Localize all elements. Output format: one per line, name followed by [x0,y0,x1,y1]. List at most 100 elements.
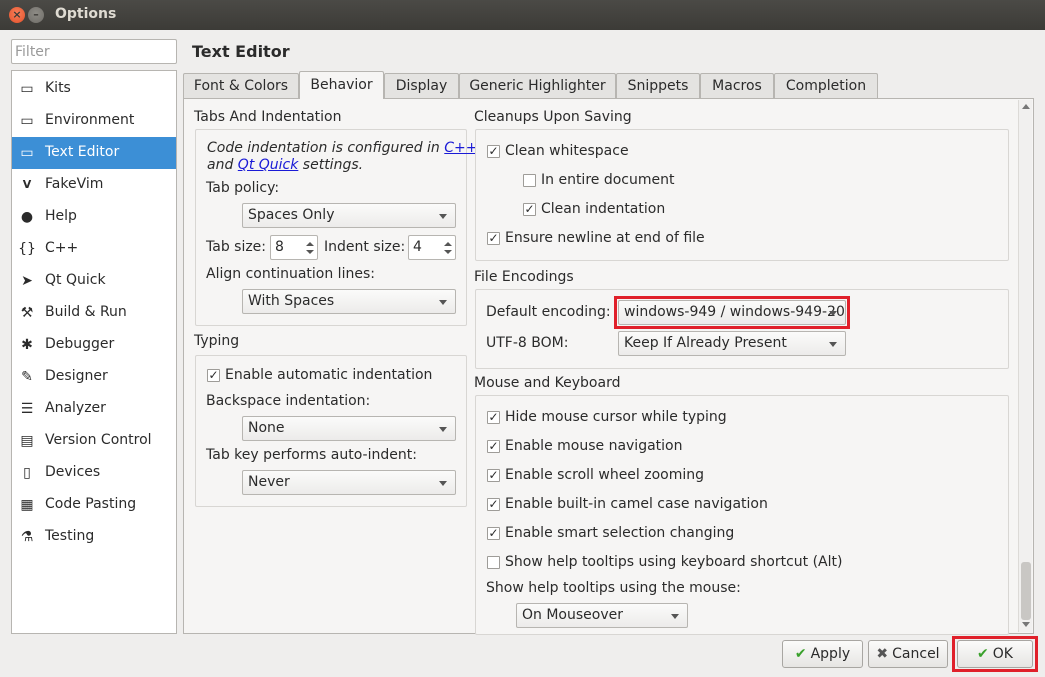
ensure-newline-checkbox[interactable]: ✓ [487,232,500,245]
hide-cursor-checkbox[interactable]: ✓ [487,411,500,424]
tab-key-auto-indent-label: Tab key performs auto-indent: [206,447,417,463]
tab-generic-highlighter[interactable]: Generic Highlighter [459,73,616,99]
category-item-analyzer[interactable]: ☰ Analyzer [12,393,176,425]
mouse-keyboard-group [475,395,1009,635]
mouse-tooltips-label: Show help tooltips using the mouse: [486,580,741,596]
backspace-indentation-combo[interactable]: None [242,416,456,441]
flask-icon: ⚗ [20,529,34,545]
mouse-navigation-checkbox[interactable]: ✓ [487,440,500,453]
category-item-environment[interactable]: ▭ Environment [12,105,176,137]
chevron-down-icon [439,427,447,432]
spin-up-icon[interactable] [444,242,452,246]
tab-policy-value: Spaces Only [248,207,335,223]
category-item-debugger[interactable]: ✱ Debugger [12,329,176,361]
hammer-icon: ⚒ [20,305,34,321]
category-item-help[interactable]: ● Help [12,201,176,233]
utf8-bom-value: Keep If Already Present [624,335,787,351]
paper-plane-icon: ➤ [21,273,33,289]
close-window-button[interactable]: × [9,7,25,23]
category-item-code-pasting[interactable]: ▦ Code Pasting [12,489,176,521]
entire-document-label: In entire document [541,172,675,188]
align-continuation-combo[interactable]: With Spaces [242,289,456,314]
tab-behavior[interactable]: Behavior [299,71,384,99]
category-label: Designer [45,368,108,384]
keyboard-tooltips-checkbox[interactable] [487,556,500,569]
category-item-fakevim[interactable]: V FakeVim [12,169,176,201]
close-icon: × [12,8,22,21]
category-label: Kits [45,80,71,96]
code-pasting-icon: ▦ [20,497,34,513]
chevron-down-icon [439,214,447,219]
tab-size-label: Tab size: [206,239,267,255]
tab-key-auto-indent-combo[interactable]: Never [242,470,456,495]
spin-up-icon[interactable] [306,242,314,246]
indent-size-value: 4 [413,239,422,255]
category-item-version-control[interactable]: ▤ Version Control [12,425,176,457]
category-label: Devices [45,464,101,480]
category-label: Debugger [45,336,115,352]
chevron-down-icon [671,614,679,619]
tab-policy-combo[interactable]: Spaces Only [242,203,456,228]
clean-whitespace-checkbox[interactable]: ✓ [487,145,500,158]
camel-case-checkbox[interactable]: ✓ [487,498,500,511]
category-item-build-run[interactable]: ⚒ Build & Run [12,297,176,329]
scroll-zoom-checkbox[interactable]: ✓ [487,469,500,482]
tab-completion[interactable]: Completion [774,73,878,99]
chevron-down-icon [439,300,447,305]
tab-size-spinbox[interactable]: 8 [270,235,318,260]
category-item-testing[interactable]: ⚗ Testing [12,521,176,553]
category-list: ▭ Kits ▭ Environment ▭ Text Editor V Fak… [11,70,177,634]
smart-selection-checkbox[interactable]: ✓ [487,527,500,540]
minimize-window-button[interactable]: – [28,7,44,23]
filter-field[interactable] [11,39,177,64]
apply-button[interactable]: ✔ Apply [782,640,863,668]
scroll-up-icon[interactable] [1022,104,1030,109]
scrollbar-thumb[interactable] [1021,562,1031,620]
scroll-down-icon[interactable] [1022,622,1030,627]
cancel-icon: ✖ [876,646,889,662]
panel-scrollbar[interactable] [1018,100,1032,632]
align-continuation-label: Align continuation lines: [206,266,375,282]
cpp-settings-link[interactable]: C++ [444,140,477,156]
qtquick-settings-link[interactable]: Qt Quick [238,157,299,173]
auto-indent-checkbox[interactable]: ✓ [207,369,220,382]
version-control-icon: ▤ [20,433,34,449]
title-bar: × – Options [0,0,1045,30]
category-label: Analyzer [45,400,106,416]
spin-down-icon[interactable] [444,250,452,254]
entire-document-checkbox[interactable] [523,174,536,187]
category-item-devices[interactable]: ▯ Devices [12,457,176,489]
ensure-newline-label: Ensure newline at end of file [505,230,705,246]
tab-macros[interactable]: Macros [700,73,774,99]
indent-size-spinbox[interactable]: 4 [408,235,456,260]
category-label: FakeVim [45,176,104,192]
category-item-kits[interactable]: ▭ Kits [12,73,176,105]
default-encoding-label: Default encoding: [486,304,611,320]
category-label: Code Pasting [45,496,137,512]
tab-display[interactable]: Display [384,73,459,99]
utf8-bom-label: UTF-8 BOM: [486,335,569,351]
mouse-tooltips-combo[interactable]: On Mouseover [516,603,688,628]
indentation-note-text: settings. [298,157,364,173]
clean-indentation-checkbox[interactable]: ✓ [523,203,536,216]
indentation-note-text: Code indentation is configured in [207,140,445,156]
category-label: Qt Quick [45,272,106,288]
spin-down-icon[interactable] [306,250,314,254]
category-item-cpp[interactable]: {} C++ [12,233,176,265]
tab-snippets[interactable]: Snippets [616,73,700,99]
monitor-icon: ▭ [20,113,34,129]
category-item-designer[interactable]: ✎ Designer [12,361,176,393]
filter-input[interactable] [12,40,176,63]
fakevim-icon: V [22,178,32,191]
braces-icon: {} [18,241,36,257]
smart-selection-label: Enable smart selection changing [505,525,735,541]
utf8-bom-combo[interactable]: Keep If Already Present [618,331,846,356]
cancel-button[interactable]: ✖ Cancel [868,640,948,668]
category-item-qt-quick[interactable]: ➤ Qt Quick [12,265,176,297]
keyboard-tooltips-label: Show help tooltips using keyboard shortc… [505,554,843,570]
tab-font-colors[interactable]: Font & Colors [183,73,299,99]
category-item-text-editor[interactable]: ▭ Text Editor [12,137,176,169]
category-label: Environment [45,112,135,128]
devices-icon: ▯ [23,465,31,481]
default-encoding-highlight [614,296,850,329]
